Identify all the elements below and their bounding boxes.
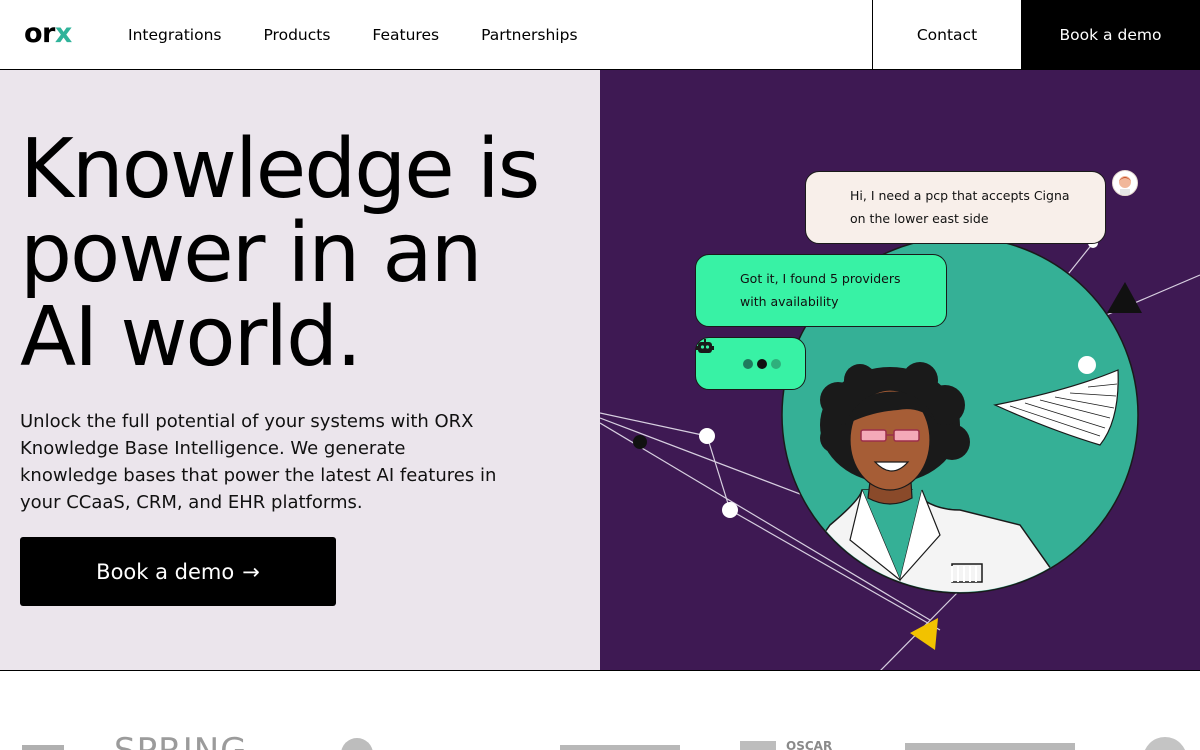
user-chat-bubble: Hi, I need a pcp that accepts Cigna on t… [805,171,1106,244]
dot-decoration [1078,356,1096,374]
typing-dot [771,359,781,369]
logo-text: or [24,18,55,49]
nav-link-features[interactable]: Features [372,26,439,44]
nav-book-demo-button[interactable]: Book a demo [1021,0,1200,70]
nav-link-products[interactable]: Products [263,26,330,44]
dot-decoration [722,502,738,518]
typing-dot [743,359,753,369]
hero-headline: Knowledge is power in an AI world. [20,128,590,380]
nav-links: Integrations Products Features Partnersh… [128,0,620,69]
headline-line-1: Knowledge is [20,122,540,217]
hero-cta-label: Book a demo [96,559,235,584]
user-message-line-1: Hi, I need a pcp that accepts Cigna [850,188,1070,203]
hero-book-demo-button[interactable]: Book a demo → [20,537,336,606]
hero-text-panel: Knowledge is power in an AI world. Unloc… [0,70,600,671]
robot-icon [696,339,714,353]
partner-logos-strip: SPRING OSCAR [0,671,1200,750]
orx-logo[interactable]: orx [24,19,72,49]
hero-illustration-panel: Hi, I need a pcp that accepts Cigna on t… [600,70,1200,671]
partner-logo-oscar: OSCAR [786,739,833,750]
partner-logo-spring: SPRING [114,731,248,750]
hero-illustration [600,236,1200,670]
bot-message-line-1: Got it, I found 5 providers [740,271,901,286]
top-nav: orx Integrations Products Features Partn… [0,0,1200,70]
bot-chat-bubble: Got it, I found 5 providers with availab… [695,254,947,327]
contact-button[interactable]: Contact [872,0,1021,69]
headline-line-3: AI world. [20,290,362,385]
user-avatar [1112,170,1138,196]
bot-message-line-2: with availability [740,294,839,309]
typing-dots [743,359,785,369]
nav-link-integrations[interactable]: Integrations [128,26,221,44]
user-message-line-2: on the lower east side [850,211,989,226]
dot-decoration [633,435,647,449]
typing-indicator-bubble [695,337,806,390]
nav-link-partnerships[interactable]: Partnerships [481,26,577,44]
arrow-right-icon: → [242,559,260,584]
logo-accent-text: x [54,18,72,49]
typing-dot [757,359,767,369]
dot-decoration [699,428,715,444]
yellow-triangle [910,618,938,650]
hero-subtext: Unlock the full potential of your system… [20,411,497,513]
headline-line-2: power in an [20,206,483,301]
black-triangle [1107,282,1142,313]
